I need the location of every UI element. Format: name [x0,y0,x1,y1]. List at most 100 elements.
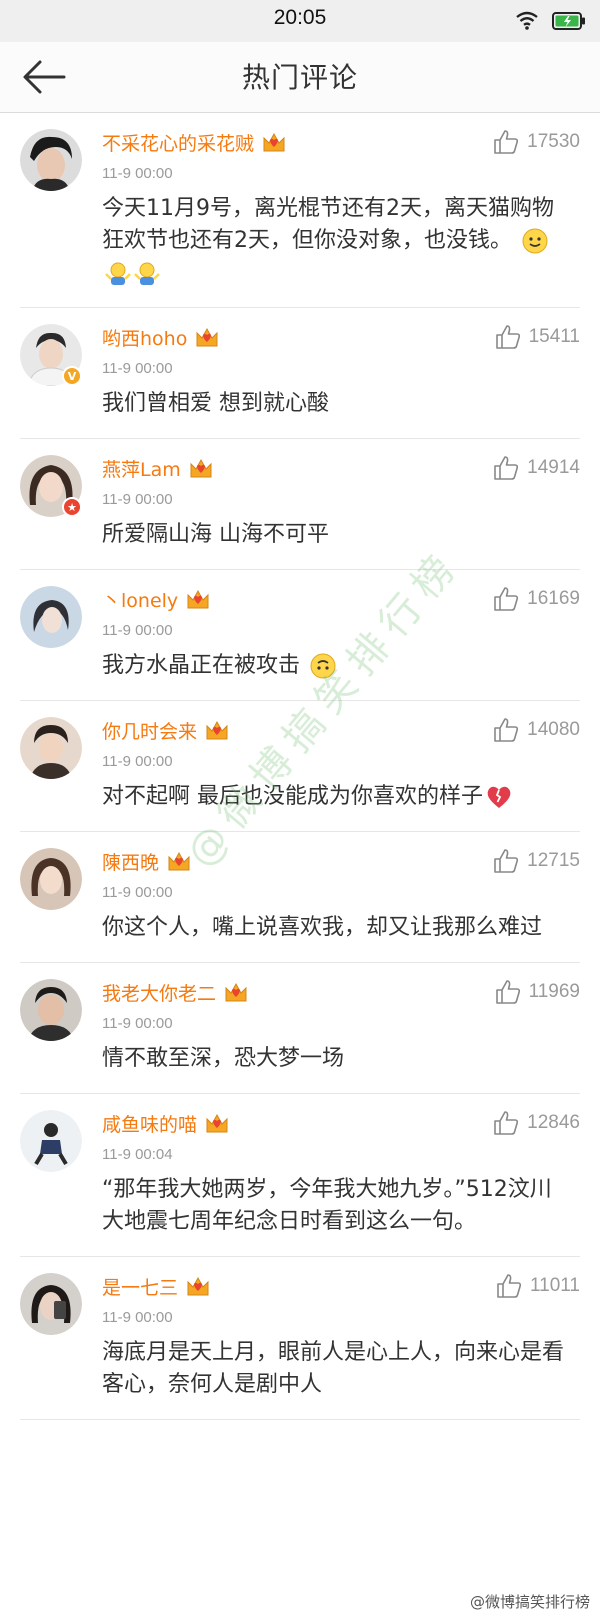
thumbs-up-icon [495,980,520,1004]
thumbs-up-icon [494,130,519,154]
crown-badge-icon [263,132,285,152]
comment-username[interactable]: 丶lonely [102,586,178,613]
crown-badge-icon [190,458,212,478]
like-count: 16169 [527,588,580,609]
comment-text: 我方水晶正在被攻击 [102,650,570,682]
like-count: 14080 [527,719,580,740]
comment-username[interactable]: 陳西晚 [102,848,159,875]
thumbs-up-icon [497,1274,522,1298]
top-navbar: 热门评论 [0,42,600,113]
smile-emoji-icon [522,228,548,254]
like-count: 11969 [528,981,580,1002]
thumbs-up-icon [494,849,519,873]
avatar-image [20,586,82,648]
like-count: 12846 [527,1112,580,1133]
comment-text-content: 今天11月9号，离光棍节还有2天，离天猫购物狂欢节也还有2天，但你没对象，也没钱… [102,196,554,253]
crown-badge-icon [196,327,218,347]
verified-badge-icon: V [62,366,82,386]
shrug-emoji-icon [105,262,131,285]
comment-time: 11-9 00:00 [102,491,173,508]
avatar-image [20,129,82,191]
wifi-icon [516,11,538,30]
thumbs-up-icon [495,325,520,349]
avatar[interactable] [20,586,82,648]
avatar[interactable]: ★ [20,455,82,517]
like-button[interactable]: 17530 [493,129,580,155]
page-title: 热门评论 [241,61,358,94]
comment-text: 你这个人，嘴上说喜欢我，却又让我那么难过 [102,915,543,940]
comment-time: 11-9 00:00 [102,1309,173,1326]
battery-icon [552,12,585,30]
like-button[interactable]: 11011 [496,1273,580,1299]
comment-username[interactable]: 你几时会来 [102,717,197,744]
avatar[interactable] [20,979,82,1041]
broken-heart-emoji-icon [487,786,511,808]
avatar[interactable] [20,1273,82,1335]
avatar[interactable] [20,717,82,779]
crown-badge-icon [225,982,247,1002]
like-count: 17530 [527,131,580,152]
comment-time: 11-9 00:00 [102,165,173,182]
comment-time: 11-9 00:00 [102,1015,173,1032]
like-button[interactable]: 14080 [493,717,580,743]
crown-badge-icon [187,1276,209,1296]
comment-text: 今天11月9号，离光棍节还有2天，离天猫购物狂欢节也还有2天，但你没对象，也没钱… [102,193,570,289]
comment-username[interactable]: 不采花心的采花贼 [102,129,254,156]
status-time: 20:05 [273,6,327,29]
comment-item: 陳西晚 11-9 00:00 你这个人，嘴上说喜欢我，却又让我那么难过 1271… [20,832,580,963]
star-badge-icon: ★ [62,497,82,517]
crown-badge-icon [206,1113,228,1133]
like-button[interactable]: 14914 [493,455,580,481]
comment-username[interactable]: 咸鱼味的喵 [102,1110,197,1137]
like-button[interactable]: 15411 [495,324,580,350]
avatar[interactable]: V [20,324,82,386]
comment-time: 11-9 00:00 [102,622,173,639]
comment-item: 是一七三 11-9 00:00 海底月是天上月，眼前人是心上人，向来心是看客心，… [20,1257,580,1420]
avatar[interactable] [20,1110,82,1172]
like-button[interactable]: 12715 [493,848,580,874]
back-arrow-icon[interactable] [20,54,70,100]
comment-text: 我们曾相爱 想到就心酸 [102,391,329,416]
avatar-image [20,717,82,779]
avatar[interactable] [20,848,82,910]
comment-text: 海底月是天上月，眼前人是心上人，向来心是看客心，奈何人是剧中人 [102,1340,565,1397]
like-button[interactable]: 16169 [493,586,580,612]
comment-time: 11-9 00:04 [102,1146,173,1163]
comment-item: V 哟西hoho 11-9 00:00 我们曾相爱 想到就心酸 15411 [20,308,580,439]
crown-badge-icon [168,851,190,871]
crown-badge-icon [187,589,209,609]
thumbs-up-icon [494,456,519,480]
shrug-emoji-icon [134,262,160,285]
comment-username[interactable]: 燕萍Lam [102,455,181,482]
avatar-image [20,1273,82,1335]
comment-item: ★ 燕萍Lam 11-9 00:00 所爱隔山海 山海不可平 14914 [20,439,580,570]
comment-username[interactable]: 我老大你老二 [102,979,216,1006]
like-count: 12715 [527,850,580,871]
avatar[interactable] [20,129,82,191]
comment-item: 丶lonely 11-9 00:00 我方水晶正在被攻击 16169 [20,570,580,701]
comment-time: 11-9 00:00 [102,753,173,770]
comment-text: 对不起啊 最后也没能成为你喜欢的样子 [102,781,570,813]
crown-badge-icon [206,720,228,740]
comment-text: 所爱隔山海 山海不可平 [102,522,329,547]
status-bar: 20:05 [0,0,600,42]
avatar-image [20,1110,82,1172]
avatar-image [20,979,82,1041]
comment-username[interactable]: 哟西hoho [102,324,187,351]
like-button[interactable]: 11969 [495,979,580,1005]
like-button[interactable]: 12846 [493,1110,580,1136]
like-count: 14914 [527,457,580,478]
thumbs-up-icon [494,718,519,742]
comment-text-content: 对不起啊 最后也没能成为你喜欢的样子 [102,784,483,809]
comment-item: 你几时会来 11-9 00:00 对不起啊 最后也没能成为你喜欢的样子 1408… [20,701,580,832]
comment-time: 11-9 00:00 [102,884,173,901]
upside-down-face-emoji-icon [310,653,336,679]
comment-text: “那年我大她两岁，今年我大她九岁。”512汶川大地震七周年纪念日时看到这么一句。 [102,1177,552,1234]
corner-watermark: @微博搞笑排行榜 [469,1593,590,1611]
comment-text: 情不敢至深，恐大梦一场 [102,1046,345,1071]
like-count: 15411 [528,326,580,347]
comment-list: 不采花心的采花贼 11-9 00:00 今天11月9号，离光棍节还有2天，离天猫… [0,113,600,1420]
comment-item: 我老大你老二 11-9 00:00 情不敢至深，恐大梦一场 11969 [20,963,580,1094]
comment-item: 咸鱼味的喵 11-9 00:04 “那年我大她两岁，今年我大她九岁。”512汶川… [20,1094,580,1257]
comment-username[interactable]: 是一七三 [102,1273,178,1300]
